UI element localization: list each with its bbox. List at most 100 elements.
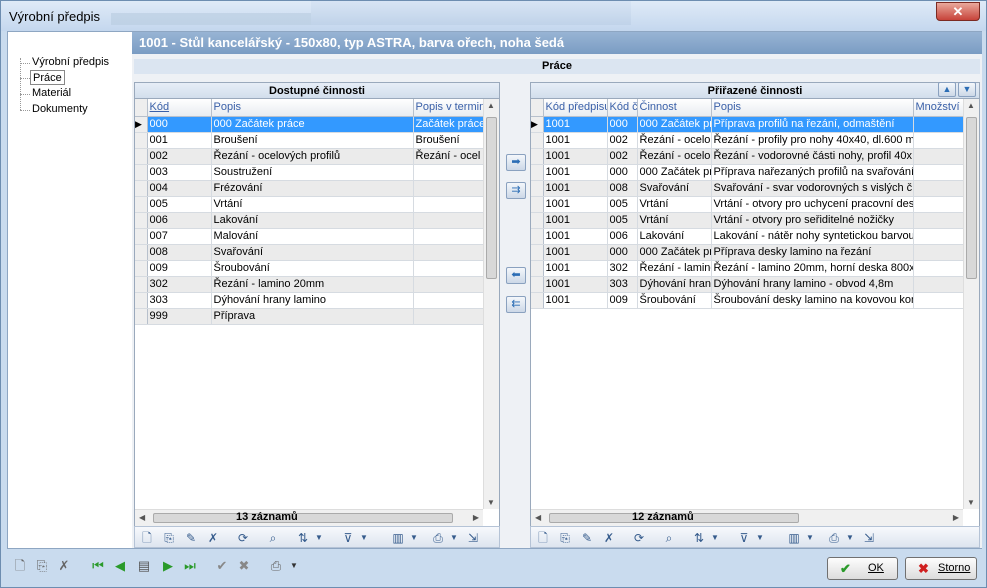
table-row[interactable]: 005 Vrtání <box>135 196 484 213</box>
column-header-cinnost[interactable]: Činnost <box>637 99 712 117</box>
table-row[interactable]: 1001 000 000 Začátek pr Příprava desky lami… <box>531 244 964 261</box>
scroll-up-icon[interactable]: ▲ <box>967 101 975 110</box>
table-row[interactable]: 1001 009 Šroubování Šroubování desky lamino… <box>531 292 964 309</box>
column-header-popis[interactable]: Popis <box>711 99 914 117</box>
first-record-icon[interactable]: ⏮ <box>89 557 107 575</box>
delete-icon[interactable]: ✗ <box>205 530 221 546</box>
previous-record-icon[interactable]: ◀ <box>111 557 129 575</box>
move-down-button[interactable]: ▼ <box>958 82 976 97</box>
cancel-icon[interactable]: ✖ <box>235 557 253 575</box>
tree-item-vyrobni-predpis[interactable]: Výrobní předpis <box>32 55 109 70</box>
table-row[interactable]: 006 Lakování <box>135 212 484 229</box>
table-row[interactable]: 1001 006 Lakování Lakování - nátěr nohy syn… <box>531 228 964 245</box>
copy-icon[interactable]: ⎘ <box>161 530 177 546</box>
move-up-button[interactable]: ▲ <box>938 82 956 97</box>
export-icon[interactable]: ⇲ <box>861 530 877 546</box>
print-icon[interactable]: ⎙ <box>267 557 285 575</box>
table-row[interactable]: 004 Frézování <box>135 180 484 197</box>
tree-item-material[interactable]: Materiál <box>32 86 71 101</box>
chevron-down-icon[interactable]: ▼ <box>752 530 768 546</box>
chevron-down-icon[interactable]: ▼ <box>285 557 303 575</box>
table-row[interactable]: ▶ 000 000 Začátek práce Začátek práce <box>135 116 484 133</box>
chevron-down-icon[interactable]: ▼ <box>707 530 723 546</box>
scroll-right-icon[interactable]: ▶ <box>473 513 479 522</box>
table-row[interactable]: 003 Soustružení <box>135 164 484 181</box>
assigned-grid[interactable]: Kód předpisu Kód č Činnost Popis Množstv… <box>531 99 964 509</box>
table-row[interactable]: 1001 005 Vrtání Vrtání - otvory pro seřidit… <box>531 212 964 229</box>
refresh-icon[interactable]: ⟳ <box>631 530 647 546</box>
add-all-button[interactable]: ⇉ <box>506 182 526 199</box>
cancel-button[interactable]: ✖ Storno <box>905 557 977 580</box>
scroll-thumb[interactable] <box>153 513 453 523</box>
column-header-popis-v-termin[interactable]: Popis v termin <box>413 99 484 117</box>
table-row[interactable]: 1001 302 Řezání - lamino Řezání - lamino 20… <box>531 260 964 277</box>
table-row[interactable]: 302 Řezání - lamino 20mm <box>135 276 484 293</box>
table-row[interactable]: 1001 303 Dýhování hran Dýhování hrany lamin… <box>531 276 964 293</box>
last-record-icon[interactable]: ⏭ <box>181 557 199 575</box>
new-icon[interactable]: 🗋 <box>139 530 155 546</box>
table-row[interactable]: 1001 000 000 Začátek pr Příprava nařezaných… <box>531 164 964 181</box>
columns-icon[interactable]: ▥ <box>786 530 802 546</box>
find-icon[interactable]: ⌕ <box>661 530 677 546</box>
tree-item-dokumenty[interactable]: Dokumenty <box>32 102 88 117</box>
scroll-up-icon[interactable]: ▲ <box>487 101 495 110</box>
confirm-icon[interactable]: ✔ <box>213 557 231 575</box>
remove-selected-button[interactable]: ⬅ <box>506 267 526 284</box>
copy-icon[interactable]: ⎘ <box>557 530 573 546</box>
columns-icon[interactable]: ▥ <box>390 530 406 546</box>
edit-icon[interactable]: ✎ <box>579 530 595 546</box>
column-header-mnozstvi[interactable]: Množství <box>913 99 964 117</box>
table-row[interactable]: 001 Broušení Broušení <box>135 132 484 149</box>
scroll-down-icon[interactable]: ▼ <box>967 498 975 507</box>
go-to-record-icon[interactable]: ▤ <box>135 557 153 575</box>
close-button[interactable]: ✕ <box>936 2 980 21</box>
chevron-down-icon[interactable]: ▼ <box>802 530 818 546</box>
copy-record-icon[interactable]: ⎘ <box>33 557 51 575</box>
vertical-scrollbar[interactable]: ▲ ▼ <box>483 99 499 509</box>
table-row[interactable]: ▶ 1001 000 000 Začátek pr Příprava profilů n… <box>531 116 964 133</box>
sort-icon[interactable]: ⇅ <box>295 530 311 546</box>
table-row[interactable]: 009 Šroubování <box>135 260 484 277</box>
find-icon[interactable]: ⌕ <box>265 530 281 546</box>
scroll-thumb[interactable] <box>486 117 497 279</box>
table-row[interactable]: 007 Malování <box>135 228 484 245</box>
sort-icon[interactable]: ⇅ <box>691 530 707 546</box>
chevron-down-icon[interactable]: ▼ <box>356 530 372 546</box>
table-row[interactable]: 002 Řezání - ocelových profilů Řezání - oc… <box>135 148 484 165</box>
chevron-down-icon[interactable]: ▼ <box>842 530 858 546</box>
table-row[interactable]: 999 Příprava <box>135 308 484 325</box>
print-icon[interactable]: ⎙ <box>826 530 842 546</box>
tree-item-prace[interactable]: Práce <box>30 70 65 85</box>
scroll-left-icon[interactable]: ◀ <box>139 513 145 522</box>
new-record-icon[interactable]: 🗋 <box>11 557 29 575</box>
scroll-down-icon[interactable]: ▼ <box>487 498 495 507</box>
filter-icon[interactable]: ⊽ <box>736 530 752 546</box>
chevron-down-icon[interactable]: ▼ <box>311 530 327 546</box>
chevron-down-icon[interactable]: ▼ <box>406 530 422 546</box>
column-header-kod[interactable]: Kód <box>147 99 212 117</box>
horizontal-scrollbar[interactable]: ◀ ▶ <box>531 509 963 526</box>
filter-icon[interactable]: ⊽ <box>340 530 356 546</box>
table-row[interactable]: 008 Svařování <box>135 244 484 261</box>
table-row[interactable]: 1001 005 Vrtání Vrtání - otvory pro uchycen… <box>531 196 964 213</box>
ok-button[interactable]: ✔ OK <box>827 557 898 580</box>
add-selected-button[interactable]: ➡ <box>506 154 526 171</box>
export-icon[interactable]: ⇲ <box>465 530 481 546</box>
delete-icon[interactable]: ✗ <box>601 530 617 546</box>
available-grid[interactable]: Kód Popis Popis v termin ▶ 000 000 Začátek… <box>135 99 484 509</box>
column-header-kod-c[interactable]: Kód č <box>607 99 638 117</box>
new-icon[interactable]: 🗋 <box>535 530 551 546</box>
print-icon[interactable]: ⎙ <box>430 530 446 546</box>
remove-all-button[interactable]: ⇇ <box>506 296 526 313</box>
refresh-icon[interactable]: ⟳ <box>235 530 251 546</box>
next-record-icon[interactable]: ▶ <box>159 557 177 575</box>
column-header-popis[interactable]: Popis <box>211 99 414 117</box>
column-header-kod-predpisu[interactable]: Kód předpisu <box>543 99 608 117</box>
table-row[interactable]: 1001 008 Svařování Svařování - svar vodorov… <box>531 180 964 197</box>
vertical-scrollbar[interactable]: ▲ ▼ <box>963 99 979 509</box>
edit-icon[interactable]: ✎ <box>183 530 199 546</box>
horizontal-scrollbar[interactable]: ◀ ▶ <box>135 509 483 526</box>
scroll-right-icon[interactable]: ▶ <box>953 513 959 522</box>
scroll-left-icon[interactable]: ◀ <box>535 513 541 522</box>
chevron-down-icon[interactable]: ▼ <box>446 530 462 546</box>
